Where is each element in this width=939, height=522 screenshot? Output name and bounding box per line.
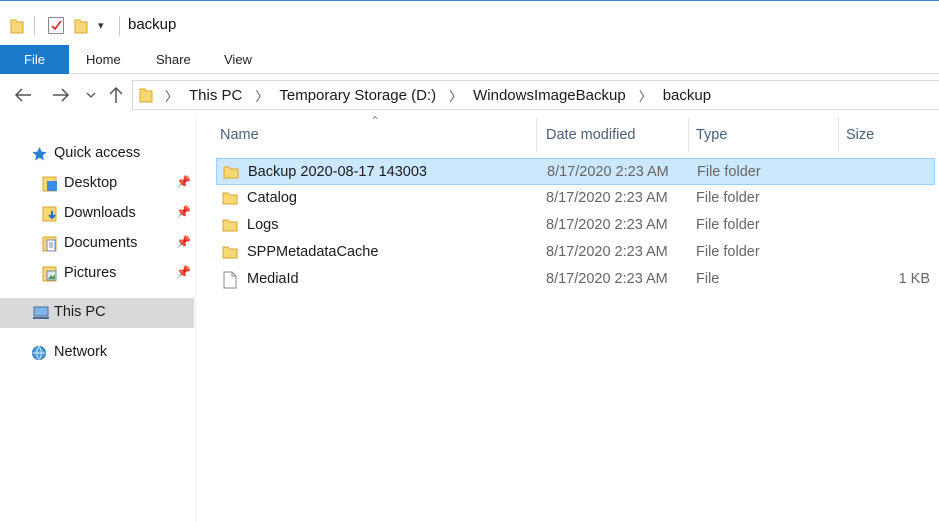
toolbar-divider — [119, 16, 120, 36]
file-type: File folder — [696, 190, 760, 206]
breadcrumb-temporary-storage[interactable]: Temporary Storage (D:) — [279, 87, 436, 104]
column-header-date-modified[interactable]: Date modified — [546, 118, 686, 152]
nav-item-network[interactable]: Network — [0, 338, 194, 368]
properties-icon[interactable] — [48, 17, 64, 34]
file-icon — [222, 271, 238, 289]
tab-view[interactable]: View — [224, 45, 252, 74]
nav-item-label: Network — [54, 344, 108, 360]
tab-home[interactable]: Home — [86, 45, 121, 74]
tab-file[interactable]: File — [0, 45, 69, 74]
file-list: ⌃ Name Date modified Type Size Backup 20… — [216, 114, 939, 522]
table-row[interactable]: Backup 2020-08-17 143003 8/17/2020 2:23 … — [216, 158, 935, 185]
file-type: File — [696, 271, 720, 287]
new-folder-icon[interactable] — [74, 18, 88, 37]
recent-locations-chevron-down-icon[interactable] — [84, 84, 98, 106]
file-name: Backup 2020-08-17 143003 — [248, 164, 427, 180]
nav-item-label: Downloads — [64, 205, 136, 221]
nav-item-label: Documents — [64, 235, 138, 251]
nav-item-documents[interactable]: Documents 📌 — [0, 229, 194, 259]
folder-icon — [223, 164, 239, 180]
column-divider[interactable] — [536, 118, 537, 152]
file-name: Catalog — [247, 190, 297, 206]
file-date-modified: 8/17/2020 2:23 AM — [547, 164, 669, 180]
back-arrow-icon[interactable] — [12, 84, 34, 106]
downloads-folder-icon — [42, 206, 58, 222]
up-arrow-icon[interactable] — [106, 84, 126, 106]
pictures-folder-icon — [42, 266, 58, 282]
window-top-border — [0, 0, 939, 6]
column-header-size[interactable]: Size — [846, 118, 936, 152]
table-row[interactable]: Logs 8/17/2020 2:23 AM File folder — [216, 212, 935, 239]
nav-item-quick-access[interactable]: Quick access — [0, 139, 194, 169]
nav-item-label: Pictures — [64, 265, 117, 281]
address-bar[interactable]: 〉 This PC 〉 Temporary Storage (D:) 〉 Win… — [132, 80, 939, 110]
breadcrumb: 〉 This PC 〉 Temporary Storage (D:) 〉 Win… — [165, 81, 711, 109]
column-divider[interactable] — [838, 118, 839, 152]
nav-item-label: This PC — [54, 304, 106, 320]
forward-arrow-icon[interactable] — [50, 84, 72, 106]
nav-item-label: Quick access — [54, 145, 141, 161]
file-name: SPPMetadataCache — [247, 244, 379, 260]
pin-icon[interactable]: 📌 — [176, 265, 191, 279]
table-row[interactable]: Catalog 8/17/2020 2:23 AM File folder — [216, 185, 935, 212]
folder-icon — [222, 217, 238, 233]
breadcrumb-windowsimagebackup[interactable]: WindowsImageBackup — [473, 87, 626, 104]
star-icon — [31, 146, 47, 162]
file-name: MediaId — [247, 271, 299, 287]
column-divider[interactable] — [688, 118, 689, 152]
file-date-modified: 8/17/2020 2:23 AM — [546, 217, 668, 233]
nav-item-downloads[interactable]: Downloads 📌 — [0, 199, 194, 229]
file-date-modified: 8/17/2020 2:23 AM — [546, 244, 668, 260]
desktop-folder-icon — [42, 176, 58, 192]
chevron-right-icon[interactable]: 〉 — [165, 86, 178, 105]
folder-icon — [222, 190, 238, 206]
folder-icon — [222, 244, 238, 260]
pin-icon[interactable]: 📌 — [176, 175, 191, 189]
folder-icon — [139, 87, 153, 106]
file-name: Logs — [247, 217, 279, 233]
tab-share[interactable]: Share — [156, 45, 191, 74]
folder-icon — [10, 18, 24, 37]
navigation-pane: Quick access Desktop 📌 Downloads 📌 Docum… — [0, 118, 196, 522]
window-title: backup — [128, 16, 177, 33]
nav-item-desktop[interactable]: Desktop 📌 — [0, 169, 194, 199]
customize-toolbar-dropdown-icon[interactable]: ▾ — [98, 19, 104, 32]
file-type: File folder — [696, 217, 760, 233]
toolbar-divider — [34, 16, 35, 36]
file-size: 1 KB — [898, 271, 930, 287]
nav-item-label: Desktop — [64, 175, 118, 191]
nav-item-this-pc[interactable]: This PC — [0, 298, 194, 328]
pin-icon[interactable]: 📌 — [176, 235, 191, 249]
file-date-modified: 8/17/2020 2:23 AM — [546, 190, 668, 206]
file-date-modified: 8/17/2020 2:23 AM — [546, 271, 668, 287]
table-row[interactable]: SPPMetadataCache 8/17/2020 2:23 AM File … — [216, 239, 935, 266]
chevron-right-icon[interactable]: 〉 — [639, 86, 652, 105]
ribbon-tabs: File Home Share View — [0, 45, 939, 74]
computer-icon — [32, 305, 49, 321]
breadcrumb-this-pc[interactable]: This PC — [189, 87, 242, 104]
breadcrumb-backup[interactable]: backup — [663, 87, 711, 104]
nav-item-pictures[interactable]: Pictures 📌 — [0, 259, 194, 289]
chevron-right-icon[interactable]: 〉 — [449, 86, 462, 105]
documents-folder-icon — [42, 236, 58, 252]
chevron-right-icon[interactable]: 〉 — [255, 86, 268, 105]
file-type: File folder — [697, 164, 761, 180]
table-row[interactable]: MediaId 8/17/2020 2:23 AM File 1 KB — [216, 266, 935, 293]
network-icon — [30, 345, 46, 361]
pin-icon[interactable]: 📌 — [176, 205, 191, 219]
navigation-bar: 〉 This PC 〉 Temporary Storage (D:) 〉 Win… — [0, 78, 939, 112]
title-bar: ▾ backup — [0, 10, 939, 44]
column-header-name[interactable]: Name — [220, 118, 536, 152]
column-header-type[interactable]: Type — [696, 118, 836, 152]
file-type: File folder — [696, 244, 760, 260]
